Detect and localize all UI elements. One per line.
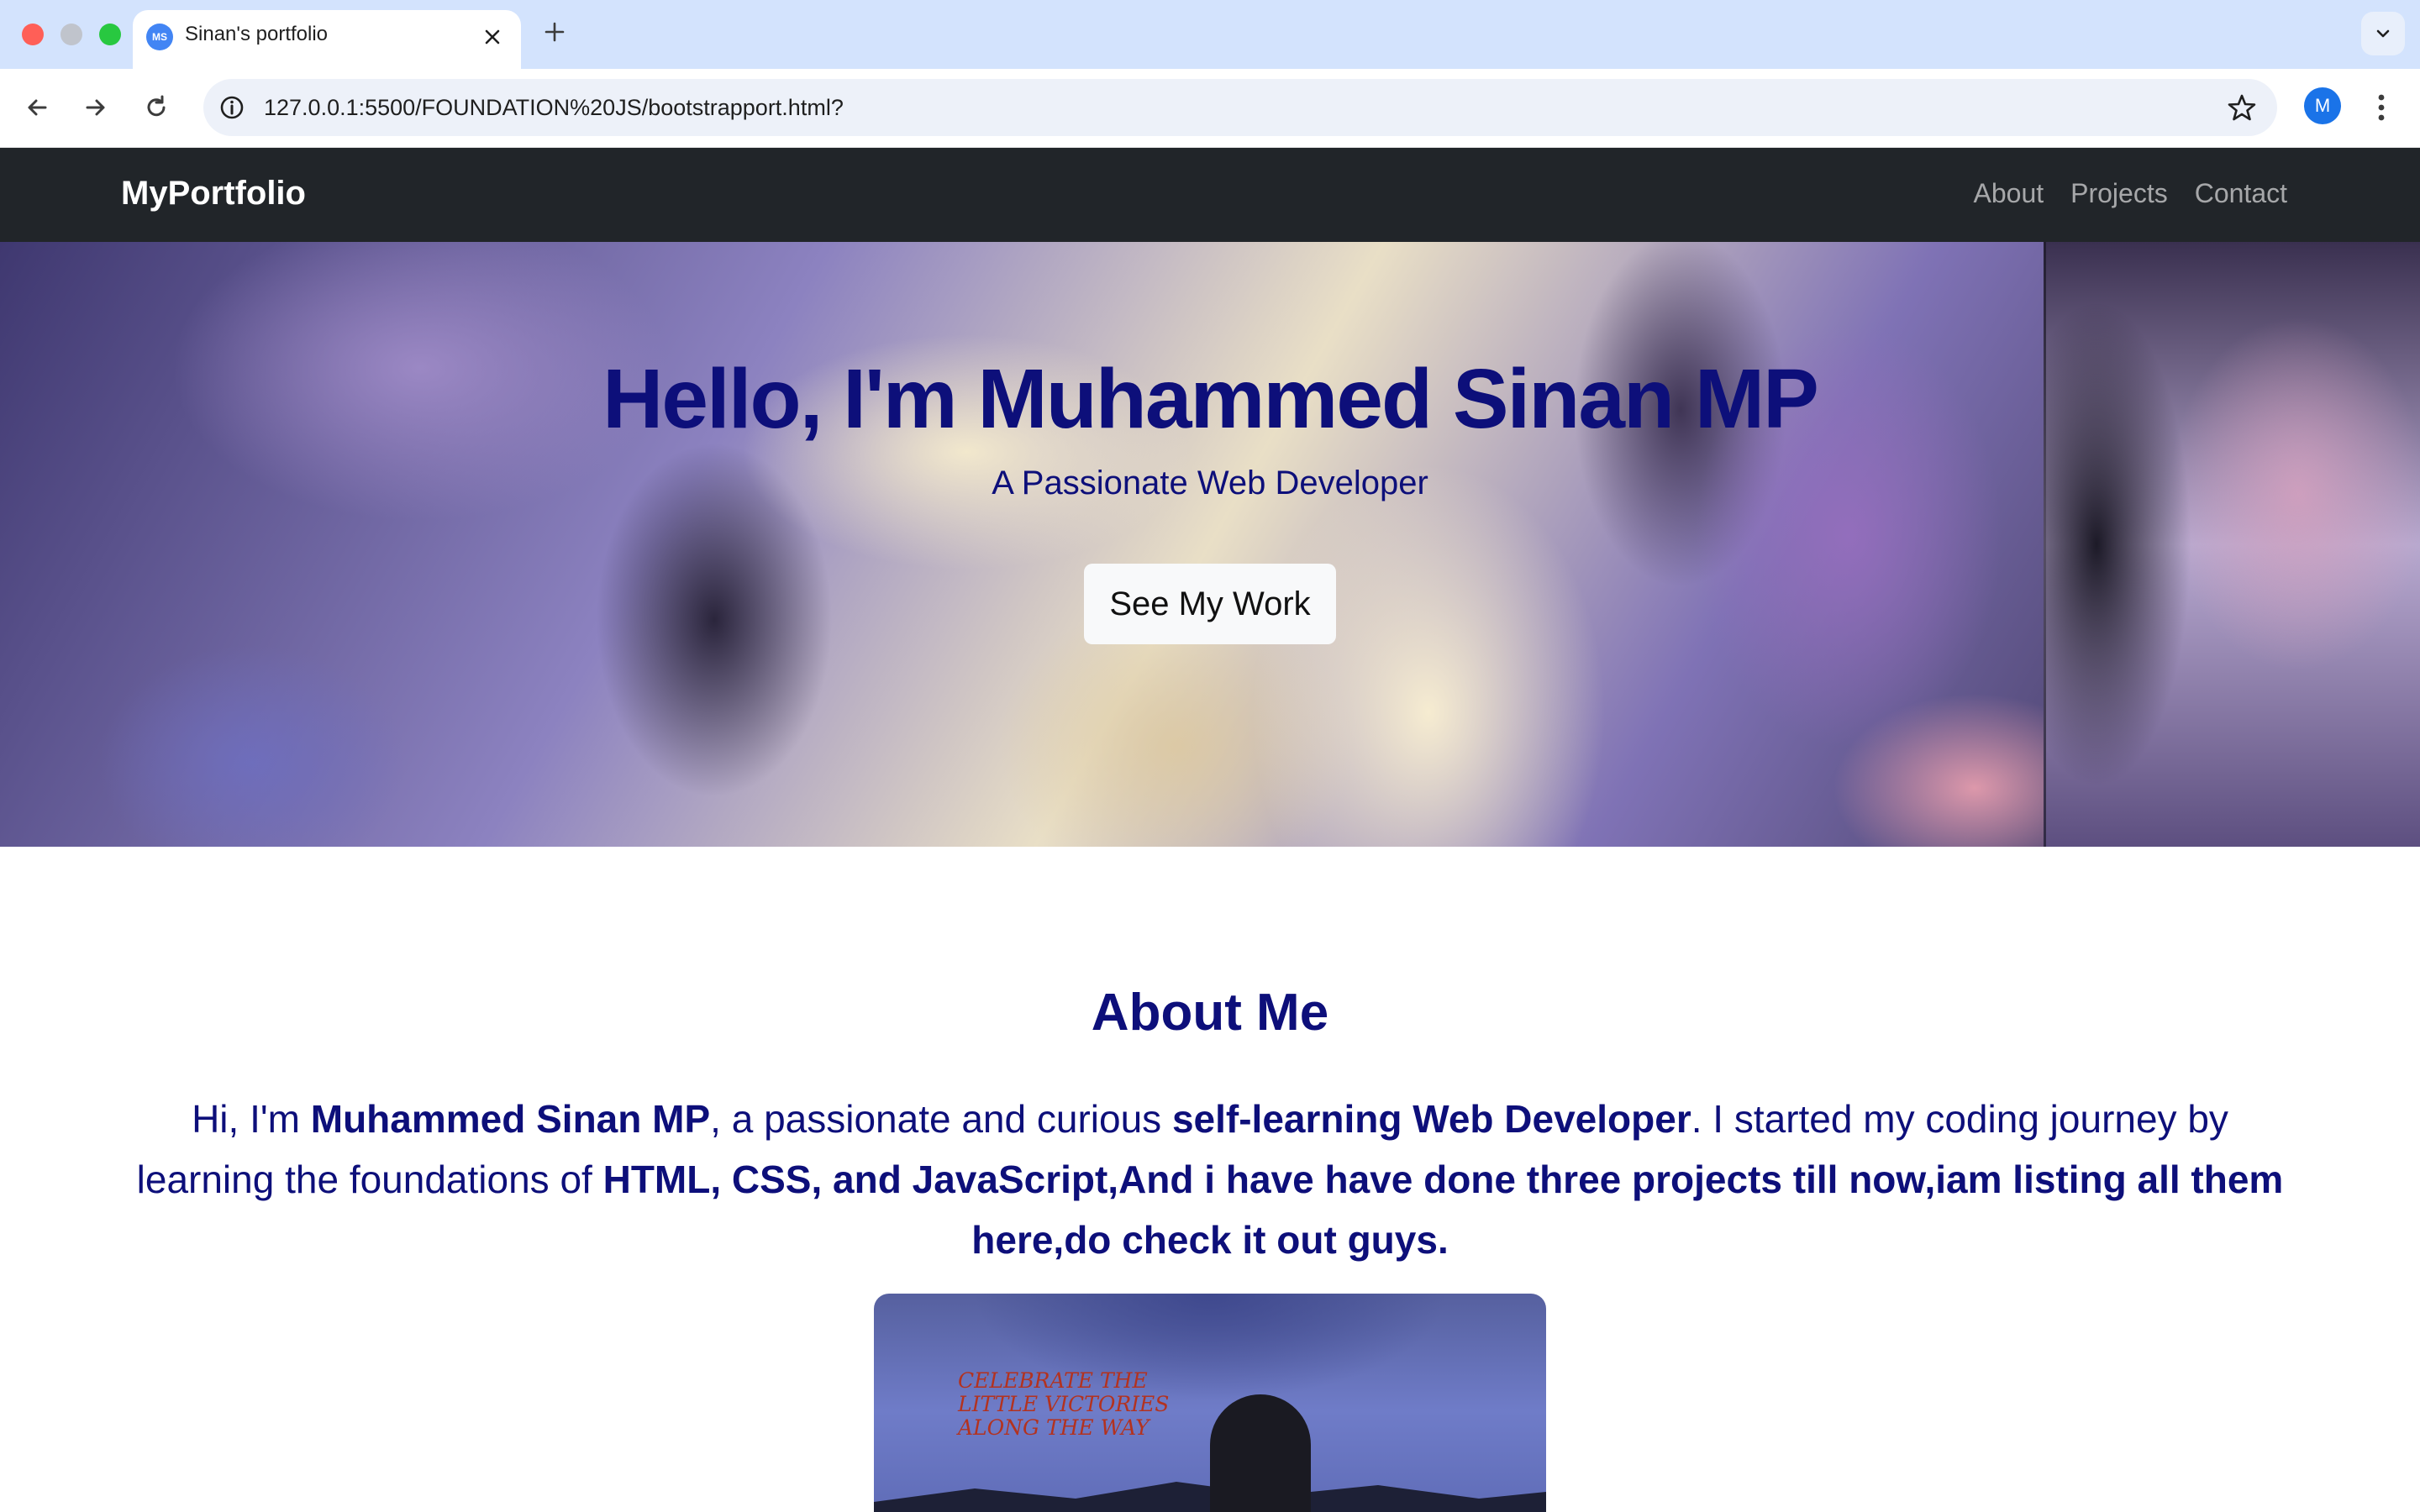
hero-subtitle: A Passionate Web Developer	[992, 465, 1428, 501]
tab-title: Sinan's portfolio	[185, 23, 329, 45]
address-bar[interactable]: 127.0.0.1:5500/FOUNDATION%20JS/bootstrap…	[203, 79, 2277, 136]
site-navbar: MyPortfolio About Projects Contact	[0, 148, 2420, 242]
profile-avatar[interactable]: M	[2304, 87, 2341, 124]
navbar-brand[interactable]: MyPortfolio	[121, 175, 306, 213]
nav-link-projects[interactable]: Projects	[2070, 178, 2168, 209]
nav-link-contact[interactable]: Contact	[2195, 178, 2287, 209]
back-arrow-icon[interactable]	[17, 87, 57, 128]
about-text-intro: Hi, I'm	[192, 1097, 311, 1141]
about-title: About Me	[1091, 984, 1329, 1042]
tab-close-icon[interactable]	[476, 20, 509, 54]
hero-title: Hello, I'm Muhammed Sinan MP	[0, 351, 2420, 448]
hero-greeting: Hello, I'm	[602, 352, 978, 446]
browser-tab[interactable]: MS Sinan's portfolio	[133, 10, 521, 69]
hero-section: Hello, I'm Muhammed Sinan MP A Passionat…	[0, 242, 2420, 847]
hero-name: Muhammed Sinan MP	[977, 352, 1818, 446]
hero-background-strip	[2044, 242, 2420, 847]
bookmark-star-icon[interactable]	[2227, 92, 2257, 123]
minimize-window-button[interactable]	[60, 24, 82, 45]
maximize-window-button[interactable]	[99, 24, 121, 45]
more-menu-icon[interactable]	[2368, 87, 2395, 128]
profile-photo: Celebrate the little victories along the…	[874, 1294, 1546, 1512]
about-text-mid: , a passionate and curious	[710, 1097, 1172, 1141]
url-text[interactable]: 127.0.0.1:5500/FOUNDATION%20JS/bootstrap…	[264, 95, 844, 121]
site-info-icon[interactable]	[218, 94, 245, 121]
close-window-button[interactable]	[22, 24, 44, 45]
about-paragraph: Hi, I'm Muhammed Sinan MP, a passionate …	[118, 1089, 2302, 1270]
see-my-work-button[interactable]: See My Work	[1084, 564, 1336, 644]
browser-tabstrip: MS Sinan's portfolio	[0, 0, 2420, 69]
navbar-links: About Projects Contact	[1974, 178, 2288, 209]
new-tab-icon[interactable]	[538, 15, 571, 49]
tab-search-chevron-down-icon[interactable]	[2361, 12, 2405, 55]
reload-icon[interactable]	[136, 87, 176, 128]
forward-arrow-icon[interactable]	[76, 87, 116, 128]
about-text-role: self-learning Web Developer	[1171, 1097, 1691, 1141]
browser-toolbar: 127.0.0.1:5500/FOUNDATION%20JS/bootstrap…	[0, 69, 2420, 148]
nav-link-about[interactable]: About	[1974, 178, 2044, 209]
photo-caption: Celebrate the little victories along the…	[958, 1368, 1170, 1440]
photo-person	[1210, 1394, 1311, 1512]
tab-favicon-icon: MS	[146, 24, 173, 50]
about-text-name: Muhammed Sinan MP	[310, 1097, 711, 1141]
about-text-tail: HTML, CSS, and JavaScript,And i have hav…	[602, 1158, 2284, 1262]
